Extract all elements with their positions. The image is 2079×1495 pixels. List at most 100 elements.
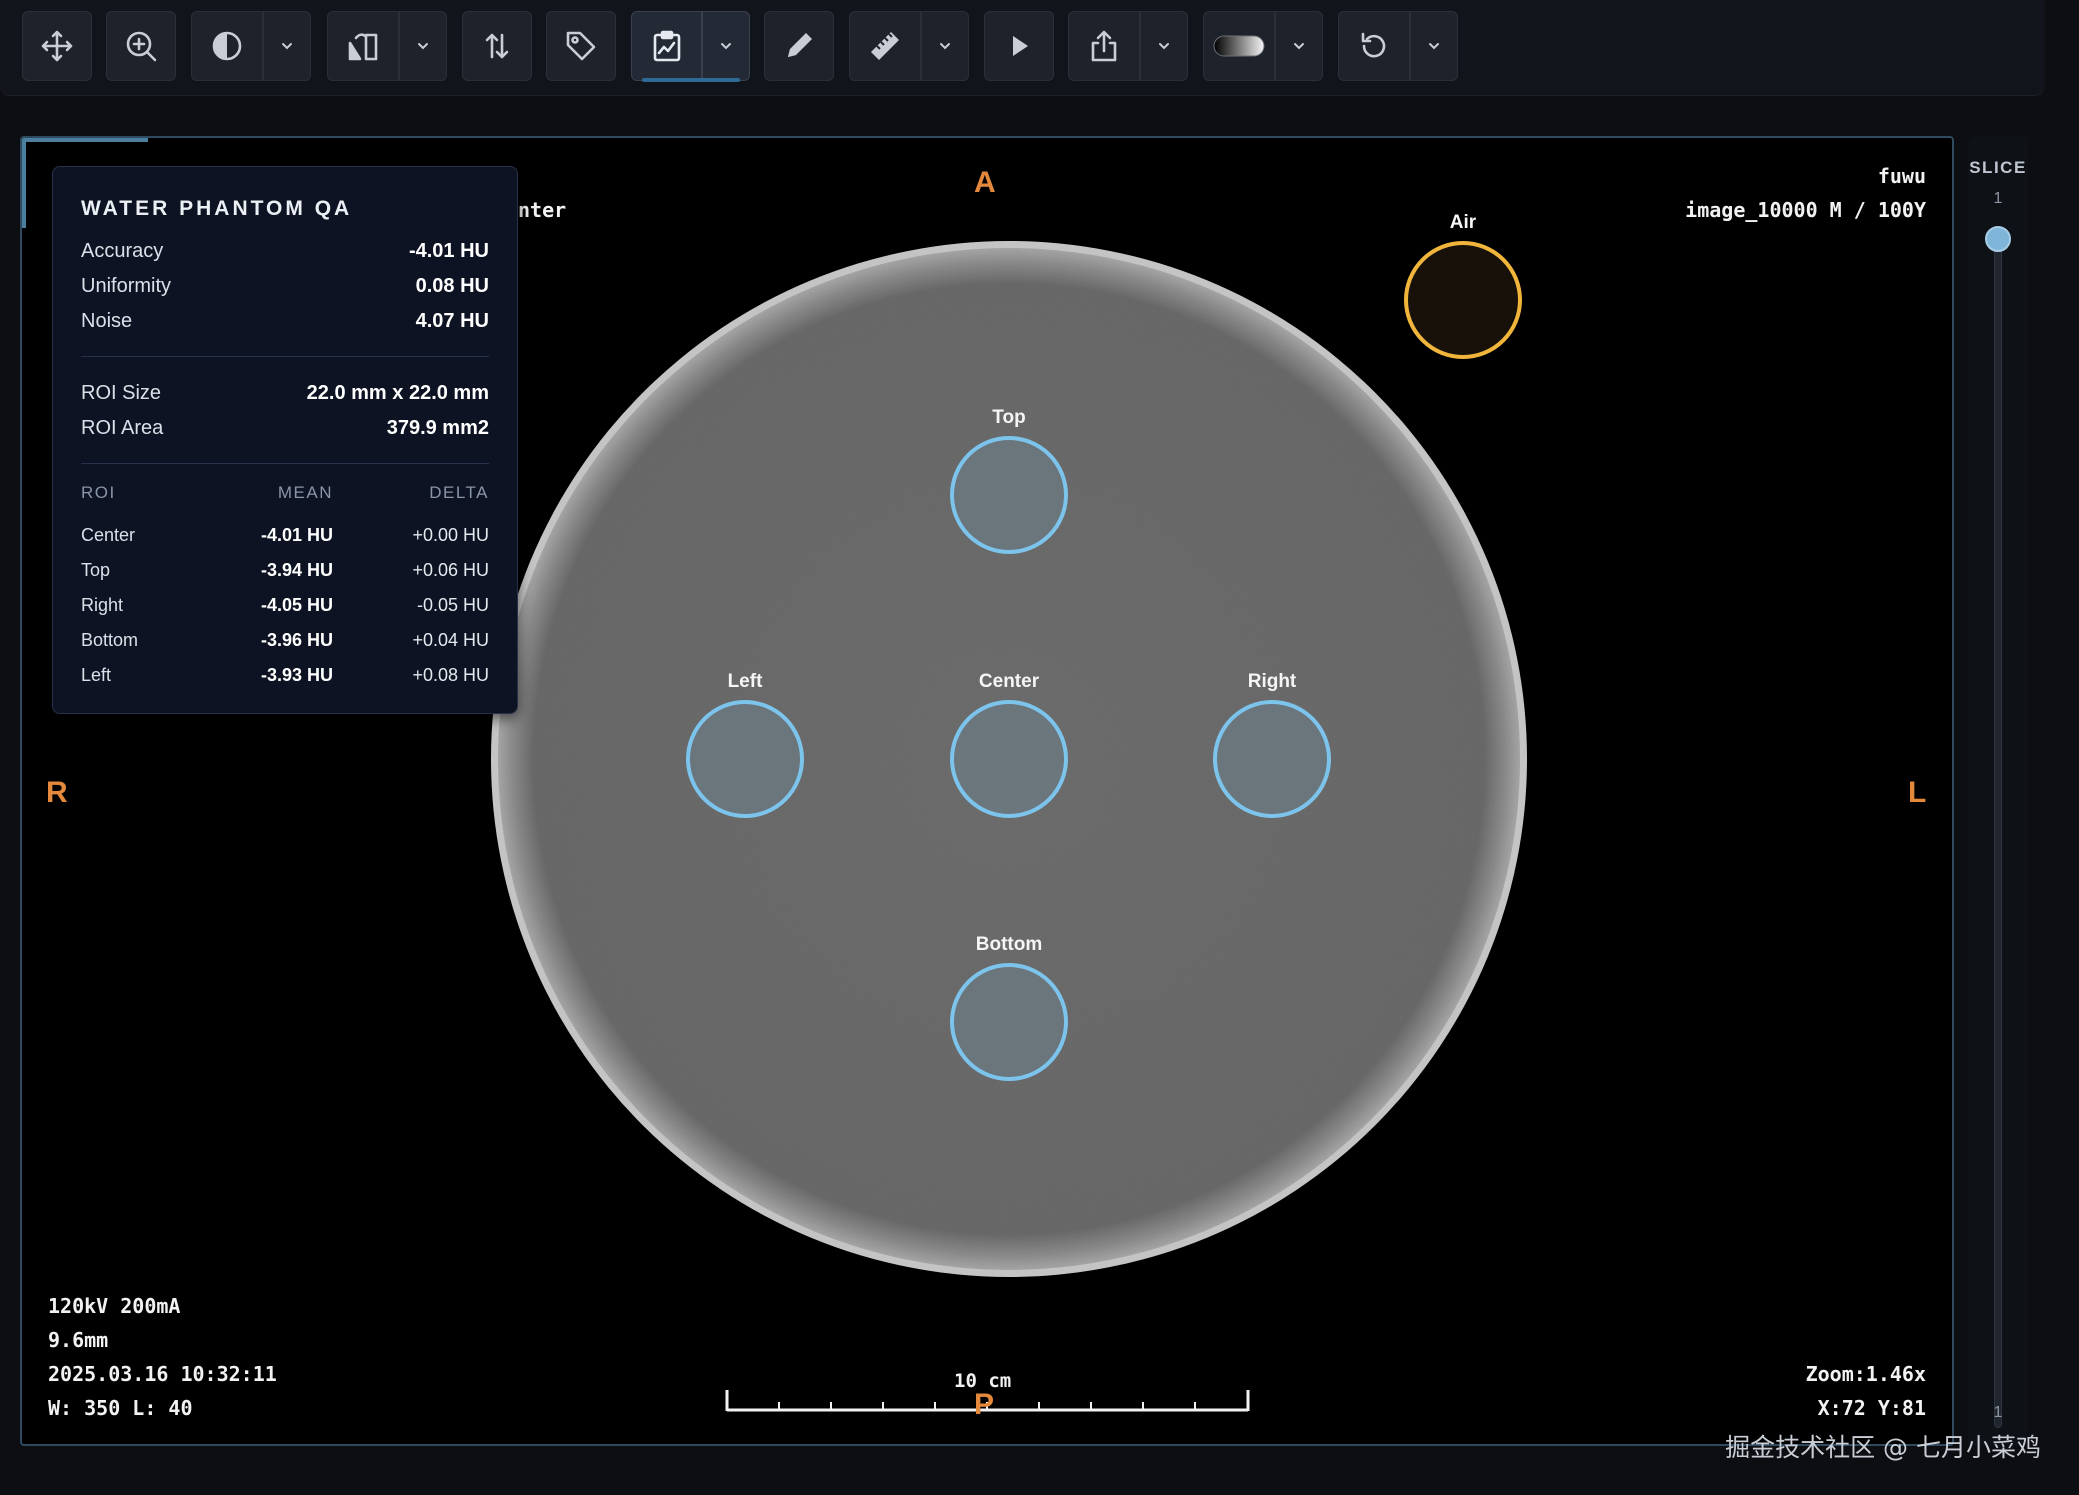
slice-thickness: 9.6mm <box>48 1328 109 1352</box>
flip-icon <box>346 29 380 63</box>
chevron-down-icon <box>718 38 734 54</box>
roi-area-label: ROI Area <box>81 416 164 439</box>
acquisition-datetime: 2025.03.16 10:32:11 <box>48 1362 277 1386</box>
viewport-user-label: fuwu <box>1877 164 1926 188</box>
roi-air-label: Air <box>1450 212 1477 233</box>
share-icon <box>1087 29 1121 63</box>
roi-table-name: Right <box>81 595 124 615</box>
qa-report-dropdown[interactable] <box>702 11 750 81</box>
slice-label: SLICE <box>1969 158 2027 177</box>
export-button[interactable] <box>1068 11 1140 81</box>
metric-label: Noise <box>81 309 133 332</box>
orientation-left: R <box>46 776 68 809</box>
viewport-partial-label: nter <box>518 198 567 222</box>
roi-table-delta: +0.04 HU <box>412 630 489 650</box>
roi-table-mean: -3.96 HU <box>260 630 333 650</box>
chevron-down-icon <box>279 38 295 54</box>
flip-rotate-button[interactable] <box>327 11 399 81</box>
roi-table-delta: +0.08 HU <box>412 665 489 685</box>
slice-navigator: SLICE 1 1 <box>1968 136 2028 1446</box>
roi-area-value: 379.9 mm2 <box>386 416 489 439</box>
roi-table-header-delta: DELTA <box>429 483 489 502</box>
roi-table-delta: +0.00 HU <box>412 525 489 545</box>
slice-current-value: 1 <box>1993 190 2003 207</box>
qa-results-panel: WATER PHANTOM QA Accuracy -4.01 HU Unifo… <box>52 166 518 714</box>
active-tool-indicator <box>642 78 740 82</box>
qa-roi-size: ROI Size 22.0 mm x 22.0 mm <box>81 381 489 405</box>
roi-air[interactable]: Air <box>1404 212 1522 359</box>
chevron-down-icon <box>1426 38 1442 54</box>
roi-table-header-mean: MEAN <box>277 483 333 502</box>
metric-label: Uniformity <box>81 274 172 297</box>
window-level-readout: W: 350 L: 40 <box>48 1396 193 1420</box>
roi-table-name: Center <box>81 525 136 545</box>
roi-bottom-label: Bottom <box>976 934 1042 955</box>
metric-value: 0.08 HU <box>415 274 489 297</box>
roi-table-name: Top <box>81 560 111 580</box>
tag-icon <box>564 29 598 63</box>
roi-size-label: ROI Size <box>81 381 162 404</box>
reset-button[interactable] <box>1338 11 1410 81</box>
pan-tool-button[interactable] <box>22 11 92 81</box>
colormap-button[interactable] <box>1203 11 1275 81</box>
qa-metric-accuracy: Accuracy -4.01 HU <box>81 239 489 263</box>
cine-play-button[interactable] <box>984 11 1054 81</box>
roi-table-delta: -0.05 HU <box>416 595 489 615</box>
scale-bar-label: 10 cm <box>954 1370 1012 1392</box>
reset-icon <box>1357 29 1391 63</box>
slice-slider-thumb[interactable] <box>1985 226 2011 252</box>
zoom-in-icon <box>124 29 158 63</box>
roi-table-mean: -3.94 HU <box>260 560 333 580</box>
flip-rotate-dropdown[interactable] <box>399 11 447 81</box>
zoom-tool-button[interactable] <box>106 11 176 81</box>
chevron-down-icon <box>1291 38 1307 54</box>
window-level-button[interactable] <box>191 11 263 81</box>
export-dropdown[interactable] <box>1140 11 1188 81</box>
qa-metric-uniformity: Uniformity 0.08 HU <box>81 274 489 298</box>
measure-button[interactable] <box>849 11 921 81</box>
roi-table-mean: -4.01 HU <box>260 525 333 545</box>
toolbar <box>0 0 2045 96</box>
play-icon <box>1004 31 1034 61</box>
roi-size-value: 22.0 mm x 22.0 mm <box>306 381 489 404</box>
slice-total-value: 1 <box>1993 1404 2003 1421</box>
roi-right-label: Right <box>1248 671 1297 692</box>
divider <box>81 463 489 464</box>
roi-table-mean: -4.05 HU <box>260 595 333 615</box>
roi-table-name: Left <box>81 665 112 685</box>
metric-label: Accuracy <box>81 239 164 262</box>
slice-slider-track[interactable] <box>1994 246 2002 1428</box>
viewport-image-info: image_10000 M / 100Y <box>1685 198 1926 222</box>
arrows-up-down-icon <box>480 29 514 63</box>
divider <box>81 356 489 357</box>
acquisition-params: 120kV 200mA <box>48 1294 181 1318</box>
image-viewport[interactable]: Top Left Center Right Bottom Air A P R L… <box>20 136 1954 1446</box>
measure-dropdown[interactable] <box>921 11 969 81</box>
annotate-button[interactable] <box>764 11 834 81</box>
qa-report-button[interactable] <box>631 11 702 81</box>
window-level-dropdown[interactable] <box>263 11 311 81</box>
chevron-down-icon <box>1156 38 1172 54</box>
cursor-coords-readout: X:72 Y:81 <box>1817 1396 1926 1420</box>
orientation-bottom: P <box>974 1388 995 1421</box>
clipboard-chart-icon <box>650 29 684 63</box>
roi-table-header-roi: ROI <box>81 483 116 502</box>
roi-center-label: Center <box>979 671 1040 692</box>
contrast-icon <box>210 29 244 63</box>
chevron-down-icon <box>937 38 953 54</box>
reset-dropdown[interactable] <box>1410 11 1458 81</box>
scroll-button[interactable] <box>462 11 532 81</box>
metric-value: 4.07 HU <box>415 309 489 332</box>
roi-left-label: Left <box>728 671 764 692</box>
pencil-icon <box>782 29 816 63</box>
roi-table-delta: +0.06 HU <box>412 560 489 580</box>
roi-table-mean: -3.93 HU <box>260 665 333 685</box>
orientation-right: L <box>1908 776 1927 809</box>
orientation-top: A <box>974 166 996 199</box>
ruler-icon <box>868 29 902 63</box>
roi-top-label: Top <box>992 407 1025 428</box>
label-button[interactable] <box>546 11 616 81</box>
colormap-dropdown[interactable] <box>1275 11 1323 81</box>
pan-icon <box>40 29 74 63</box>
zoom-readout: Zoom:1.46x <box>1805 1362 1926 1386</box>
